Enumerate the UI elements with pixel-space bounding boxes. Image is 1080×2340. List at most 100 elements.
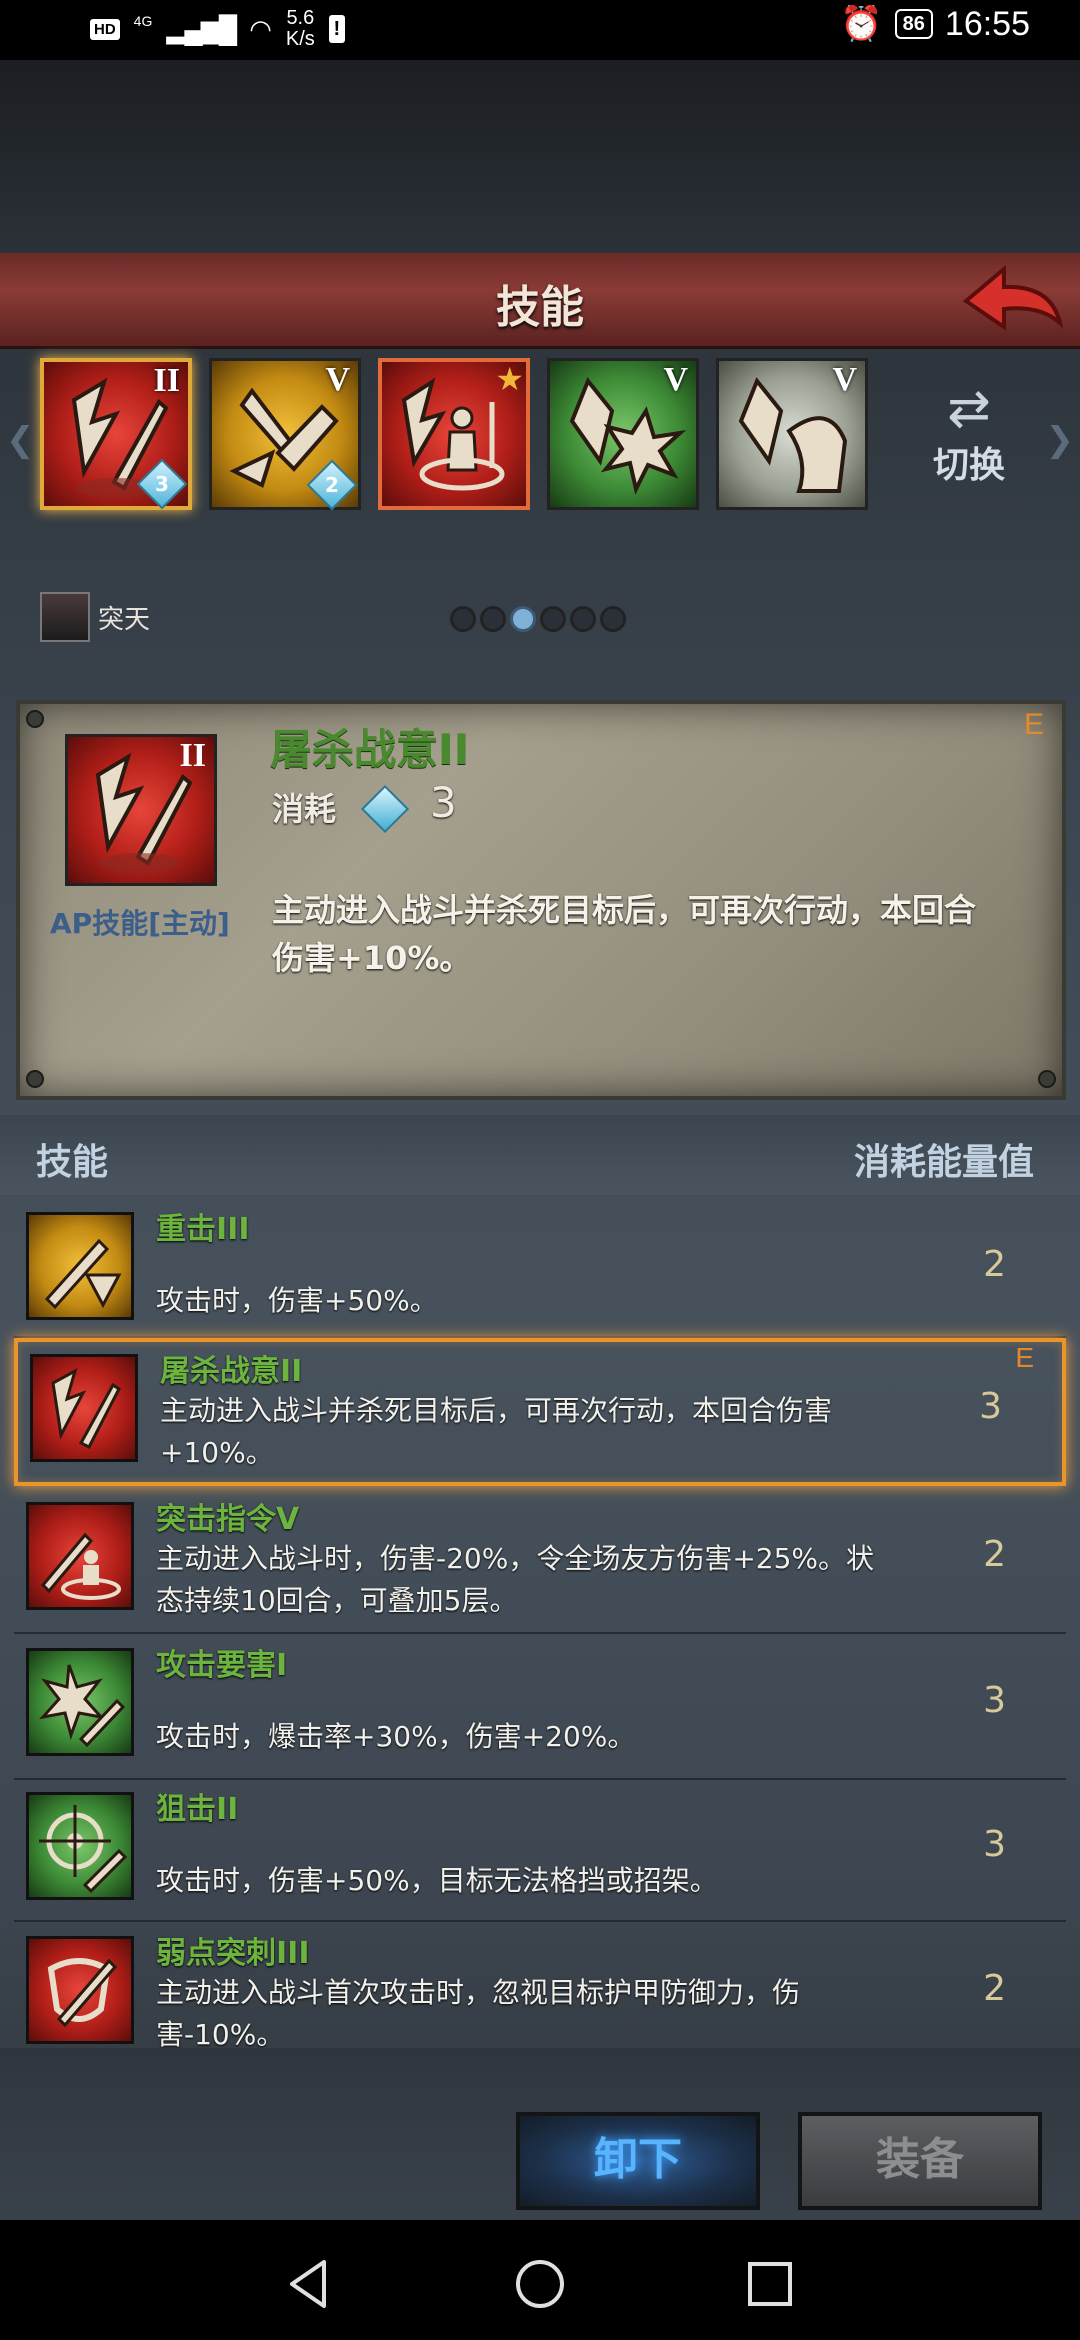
energy-gem-icon <box>360 784 410 834</box>
gem-count: 2 <box>325 473 339 497</box>
skill-name: 弱点突刺III <box>156 1936 310 1971</box>
character-name: 突天 <box>98 604 151 635</box>
nav-home-icon[interactable] <box>510 2254 570 2314</box>
skill-cost: 3 <box>983 1680 1006 1721</box>
signal-icon: ▂▄▆█ <box>166 13 237 44</box>
star-icon: ★ <box>495 360 524 398</box>
equipped-skill-slots: II 3 V 2 ★ V V <box>40 358 868 511</box>
skill-row-snipe[interactable]: 狙击II 攻击时，伤害+50%，目标无法格挡或招架。 3 <box>14 1780 1066 1922</box>
page-dot[interactable] <box>570 606 596 632</box>
top-backdrop <box>0 60 1080 250</box>
skill-name: 重击III <box>156 1212 250 1247</box>
switch-label: 切换 <box>932 445 1005 486</box>
alarm-icon: ⏰ <box>840 5 883 43</box>
cost-value: 3 <box>430 778 457 827</box>
slots-next-arrow[interactable]: ❯ <box>1046 420 1075 460</box>
cost-label: 消耗 <box>272 790 337 828</box>
detail-level: II <box>179 737 206 774</box>
alert-icon: ! <box>328 15 345 43</box>
slot-level: V <box>832 361 857 398</box>
header-energy-cost: 消耗能量值 <box>853 1142 1034 1183</box>
skill-description: 主动进入战斗时，伤害-20%，令全场友方伤害+25%。状态持续10回合，可叠加5… <box>156 1542 875 1617</box>
status-right: ⏰ 86 16:55 <box>840 4 1030 44</box>
gem-count: 3 <box>155 472 169 496</box>
slot-level: V <box>325 361 350 398</box>
action-bar: 卸下 装备 <box>0 2048 1080 2228</box>
hd-badge: HD <box>90 18 120 40</box>
speed-unit: K/s <box>285 28 315 50</box>
skill-cost: 2 <box>983 1244 1006 1285</box>
skill-slot-5[interactable]: V <box>716 358 868 510</box>
detail-description: 主动进入战斗并杀死目标后，可再次行动，本回合伤害+10%。 <box>272 891 977 977</box>
slots-prev-arrow[interactable]: ❮ <box>6 420 35 460</box>
skill-slot-2[interactable]: V 2 <box>209 358 361 511</box>
skills-screen: 技能 ❮ ❯ II 3 V 2 ★ V V ⇄ 切换 突天 II AP技能[主动… <box>0 60 1080 2228</box>
skill-slot-4[interactable]: V <box>547 358 699 510</box>
page-indicator <box>450 606 626 632</box>
skill-cost: 2 <box>983 1968 1006 2009</box>
network-speed: 5.6 K/s <box>286 8 315 50</box>
skill-description: 主动进入战斗并杀死目标后，可再次行动，本回合伤害+10%。 <box>160 1394 833 1469</box>
speed-value: 5.6 <box>286 7 315 29</box>
nav-back-icon[interactable] <box>280 2254 340 2314</box>
slot-level: II <box>153 362 180 399</box>
detail-skill-icon: II <box>65 734 217 886</box>
unequip-button[interactable]: 卸下 <box>516 2112 760 2210</box>
nav-recents-icon[interactable] <box>740 2254 800 2314</box>
vital-strike-icon <box>26 1648 134 1756</box>
skill-slot-3[interactable]: ★ <box>378 358 530 510</box>
rivet <box>1038 1070 1056 1088</box>
skill-list-header: 技能 消耗能量值 <box>0 1115 1080 1195</box>
skill-description: 攻击时，爆击率+30%，伤害+20%。 <box>156 1720 636 1753</box>
skill-description: 主动进入战斗首次攻击时，忽视目标护甲防御力，伤害-10%。 <box>156 1976 801 2051</box>
skill-cost: 3 <box>983 1824 1006 1865</box>
switch-button[interactable]: ⇄ 切换 <box>914 382 1024 488</box>
system-nav-bar <box>0 2220 1080 2340</box>
broken-sword-icon <box>30 1354 138 1462</box>
heavy-strike-icon <box>26 1212 134 1320</box>
skill-slot-1[interactable]: II 3 <box>40 358 192 510</box>
skill-name: 狙击II <box>156 1792 239 1827</box>
page-title: 技能 <box>496 282 584 333</box>
skill-detail-panel: II AP技能[主动] 屠杀战意II 消耗 3 主动进入战斗并杀死目标后，可再次… <box>16 700 1066 1100</box>
skill-row-slaughter-will[interactable]: 屠杀战意II 主动进入战斗并杀死目标后，可再次行动，本回合伤害+10%。 3 E <box>14 1338 1066 1486</box>
assault-command-icon <box>26 1502 134 1610</box>
status-left: HD 4G ▂▄▆█ ◠ 5.6 K/s ! <box>90 8 345 50</box>
skill-cost: 2 <box>983 1534 1006 1575</box>
network-type: 4G <box>133 13 153 29</box>
skill-row-weakpoint-pierce[interactable]: 弱点突刺III 主动进入战斗首次攻击时，忽视目标护甲防御力，伤害-10%。 2 <box>14 1924 1066 2066</box>
equip-button[interactable]: 装备 <box>798 2112 1042 2210</box>
clock: 16:55 <box>944 4 1030 43</box>
character-info: 突天 <box>40 592 150 642</box>
skill-row-heavy-strike[interactable]: 重击III 攻击时，伤害+50%。 2 <box>14 1200 1066 1338</box>
rivet <box>26 1070 44 1088</box>
status-bar: HD 4G ▂▄▆█ ◠ 5.6 K/s ! ⏰ 86 16:55 <box>0 0 1080 60</box>
skill-name: 攻击要害I <box>156 1648 288 1683</box>
page-dot[interactable] <box>450 606 476 632</box>
back-arrow-icon[interactable] <box>956 261 1066 341</box>
pierce-shield-icon <box>26 1936 134 2044</box>
crosshair-icon <box>26 1792 134 1900</box>
page-dot[interactable] <box>600 606 626 632</box>
skill-name: 屠杀战意II <box>160 1354 303 1389</box>
skill-name: 突击指令V <box>156 1502 300 1537</box>
skill-description: 攻击时，伤害+50%。 <box>156 1284 438 1317</box>
page-dot[interactable] <box>540 606 566 632</box>
skill-cost: 3 <box>979 1386 1002 1427</box>
skill-description: 攻击时，伤害+50%，目标无法格挡或招架。 <box>156 1864 718 1897</box>
slot-level: V <box>663 361 688 398</box>
skill-row-vital-strike[interactable]: 攻击要害I 攻击时，爆击率+30%，伤害+20%。 3 <box>14 1636 1066 1780</box>
rivet <box>26 710 44 728</box>
battery-icon: 86 <box>894 9 933 39</box>
avatar[interactable] <box>40 592 90 642</box>
skill-row-assault-command[interactable]: 突击指令V 主动进入战斗时，伤害-20%，令全场友方伤害+25%。状态持续10回… <box>14 1490 1066 1634</box>
header-skill: 技能 <box>36 1142 109 1183</box>
wifi-icon: ◠ <box>249 13 272 44</box>
title-banner: 技能 <box>0 253 1080 349</box>
detail-skill-name: 屠杀战意II <box>270 725 470 774</box>
swap-arrows-icon: ⇄ <box>947 379 991 439</box>
grade-badge: E <box>1023 708 1044 741</box>
page-dot-active[interactable] <box>510 606 536 632</box>
page-dot[interactable] <box>480 606 506 632</box>
skill-type-label: AP技能[主动] <box>50 907 230 940</box>
